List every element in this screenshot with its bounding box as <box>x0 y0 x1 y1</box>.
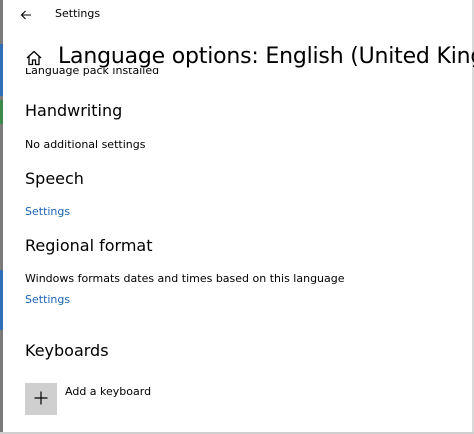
back-button[interactable] <box>14 3 38 25</box>
add-keyboard-tile[interactable] <box>25 383 57 415</box>
language-pack-status: Language pack installed <box>25 68 325 82</box>
window-title: Settings <box>55 7 101 20</box>
speech-settings-link[interactable]: Settings <box>25 205 70 218</box>
regional-format-description: Windows formats dates and times based on… <box>25 272 345 285</box>
page-title: Language options: English (United Kingdo… <box>58 44 474 69</box>
background-window-strip <box>0 100 3 124</box>
keyboards-heading: Keyboards <box>25 341 109 360</box>
back-arrow-icon <box>20 5 32 24</box>
plus-icon <box>34 390 48 409</box>
regional-format-heading: Regional format <box>25 236 153 255</box>
regional-format-settings-link[interactable]: Settings <box>25 293 70 306</box>
add-keyboard-button[interactable]: Add a keyboard <box>25 380 265 415</box>
background-window-strip <box>0 270 3 330</box>
home-button[interactable] <box>25 49 45 69</box>
handwriting-heading: Handwriting <box>25 101 123 120</box>
handwriting-description: No additional settings <box>25 138 146 151</box>
titlebar: Settings <box>3 0 472 30</box>
speech-heading: Speech <box>25 169 84 188</box>
add-keyboard-label: Add a keyboard <box>65 385 152 398</box>
language-pack-status-text: Language pack installed <box>25 68 160 77</box>
settings-window: Settings Language options: English (Unit… <box>0 0 474 434</box>
